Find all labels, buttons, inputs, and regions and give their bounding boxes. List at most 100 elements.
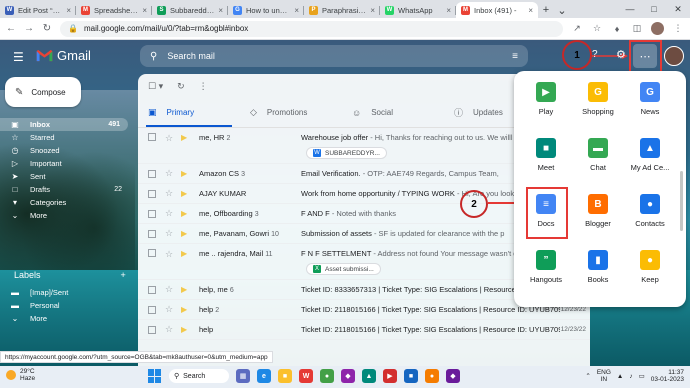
more-actions-icon[interactable]: ⋮ [199,81,208,92]
app-docs[interactable]: ≡ Docs [520,185,572,239]
app-icon-d[interactable]: ■ [404,369,418,383]
tab-social[interactable]: ☺ Social [342,98,444,127]
main-menu-icon[interactable]: ☰ [13,50,24,64]
important-marker-icon[interactable]: ▶ [181,229,191,238]
email-checkbox[interactable] [148,133,156,141]
email-checkbox[interactable] [148,169,156,178]
app-hangouts[interactable]: ” Hangouts [520,241,572,293]
gmail-logo[interactable]: Gmail [36,48,91,63]
sidebar-item-snoozed[interactable]: ◷ Snoozed [0,144,130,157]
language-indicator[interactable]: ENG IN [597,369,611,383]
browser-menu-icon[interactable]: ⋮ [672,23,684,34]
app-books[interactable]: ▮ Books [572,241,624,293]
app-meet[interactable]: ■ Meet [520,129,572,181]
app-tile[interactable]: G [624,297,676,307]
browser-tab[interactable]: W WhatsApp × [380,2,456,18]
tab-close-icon[interactable]: × [446,6,451,15]
address-bar[interactable]: 🔒 mail.google.com/mail/u/0/?tab=rm&ogbl#… [60,20,563,37]
search-options-icon[interactable]: ≡ [512,51,518,62]
email-checkbox[interactable] [148,305,156,314]
chrome-icon[interactable]: ● [320,369,334,383]
search-icon[interactable]: ⚲ [150,51,157,62]
browser-profile-avatar[interactable] [651,22,664,35]
refresh-icon[interactable]: ↻ [177,81,185,92]
add-label-icon[interactable]: + [121,270,126,280]
important-marker-icon[interactable]: ▶ [181,305,191,314]
google-apps-button[interactable]: ⋯ [633,44,657,68]
file-explorer-icon[interactable]: ■ [278,369,292,383]
app-icon-b[interactable]: ▲ [362,369,376,383]
important-marker-icon[interactable]: ▶ [181,189,191,198]
email-checkbox[interactable] [148,249,156,257]
windows-start-icon[interactable] [148,369,162,383]
email-checkbox[interactable] [148,209,156,218]
tab-search-icon[interactable]: ⌄ [554,2,570,18]
close-window-icon[interactable]: ✕ [666,0,690,18]
app-chat[interactable]: ▬ Chat [572,129,624,181]
label-item[interactable]: ▬ Personal [0,299,130,312]
search-input[interactable]: Search mail [167,51,215,61]
star-icon[interactable]: ☆ [165,188,175,199]
back-icon[interactable]: ← [6,23,16,34]
app-tile[interactable]: ▮ [520,297,572,307]
browser-tab[interactable]: M Inbox (491) - × [456,2,538,18]
wps-icon[interactable]: W [299,369,313,383]
star-icon[interactable]: ☆ [165,304,175,315]
weather-widget[interactable]: 29°C Haze [6,368,35,382]
apps-panel-scrollbar[interactable] [680,171,683,231]
important-marker-icon[interactable]: ▶ [181,169,191,178]
email-checkbox[interactable] [148,189,156,198]
tab-close-icon[interactable]: × [528,6,533,15]
battery-icon[interactable]: ▭ [639,372,645,380]
sidebar-item-starred[interactable]: ☆ Starred [0,131,130,144]
attachment-chip[interactable]: X Asset submissi... [306,263,381,275]
browser-tab[interactable]: W Edit Post “How× [0,2,76,18]
sidebar-item-inbox[interactable]: ▣ Inbox 491 [0,118,128,131]
volume-icon[interactable]: ♪ [629,373,632,380]
star-icon[interactable]: ☆ [165,168,175,179]
new-tab-icon[interactable]: + [538,2,554,18]
star-icon[interactable]: ☆ [165,284,175,295]
star-icon[interactable]: ☆ [165,228,175,239]
important-marker-icon[interactable]: ▶ [181,209,191,218]
tray-chevron-icon[interactable]: ⌃ [585,372,590,380]
settings-gear-icon[interactable]: ⚙ [616,48,626,61]
taskbar-search[interactable]: ⚲ Search [169,369,229,383]
forward-icon[interactable]: → [24,23,34,34]
label-item[interactable]: ▬ [Imap]/Sent [0,286,130,299]
sidebar-item-drafts[interactable]: □ Drafts 22 [0,183,130,196]
sidebar-item-sent[interactable]: ➤ Sent [0,170,130,183]
browser-tab[interactable]: G How to unbloc × [228,2,304,18]
app-blogger[interactable]: B Blogger [572,185,624,237]
tab-close-icon[interactable]: × [66,6,71,15]
star-icon[interactable]: ☆ [165,249,175,260]
task-view-icon[interactable]: ▦ [236,369,250,383]
extensions-icon[interactable]: ♦ [611,24,623,34]
email-row[interactable]: ☆ ▶ help Ticket ID: 2118015166 | Ticket Ty… [138,320,590,340]
app-my-ad-ce[interactable]: ▲ My Ad Ce... [624,129,676,181]
browser-tab[interactable]: P Paraphrasing T× [304,2,380,18]
email-checkbox[interactable] [148,285,156,294]
app-icon-a[interactable]: ◆ [341,369,355,383]
account-avatar[interactable] [664,46,684,66]
restore-icon[interactable]: □ [642,0,666,18]
star-icon[interactable]: ☆ [165,208,175,219]
app-play[interactable]: ▶ Play [520,73,572,125]
tab-close-icon[interactable]: × [218,6,223,15]
select-all-checkbox[interactable]: ☐ ▾ [148,81,163,92]
wifi-icon[interactable]: ▲ [617,373,623,380]
sidebar-item-categories[interactable]: ▾ Categories [0,196,130,209]
tab-primary[interactable]: ▣ Primary [138,98,240,127]
reload-icon[interactable]: ↻ [42,23,52,34]
label-item[interactable]: ⌄ More [0,312,130,325]
app-tile[interactable]: ▣ [572,297,624,307]
clock[interactable]: 11:37 03-01-2023 [651,369,684,383]
browser-tab[interactable]: S Subbareddy ht × [152,2,228,18]
app-news[interactable]: G News [624,73,676,125]
important-marker-icon[interactable]: ▶ [181,249,191,258]
minimize-icon[interactable]: — [618,0,642,18]
search-mail-bar[interactable]: ⚲ Search mail ≡ [140,45,528,67]
star-icon[interactable]: ☆ [165,324,175,335]
app-icon-e[interactable]: ● [425,369,439,383]
compose-button[interactable]: ✎ Compose [5,77,81,107]
